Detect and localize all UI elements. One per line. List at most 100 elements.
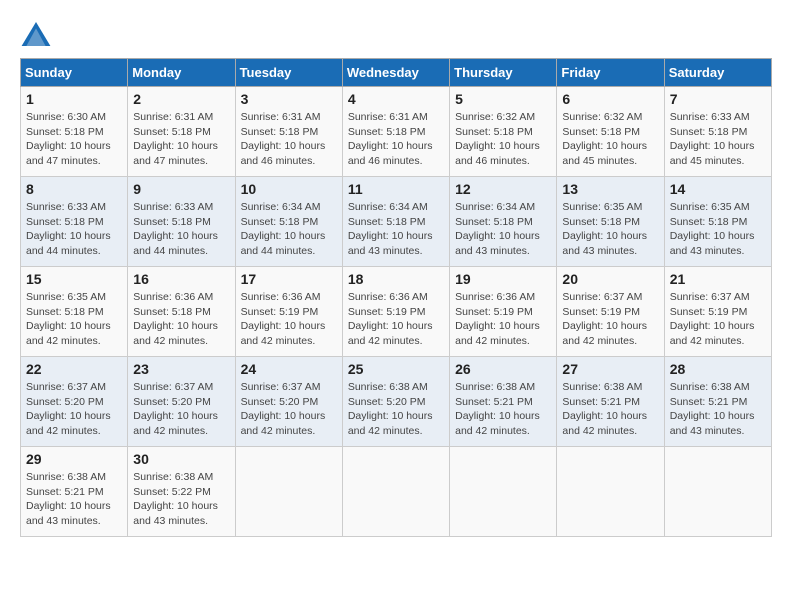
day-number: 30 bbox=[133, 451, 229, 467]
calendar-cell: 2Sunrise: 6:31 AM Sunset: 5:18 PM Daylig… bbox=[128, 87, 235, 177]
day-number: 6 bbox=[562, 91, 658, 107]
calendar-cell: 3 Sunrise: 6:31 AM Sunset: 5:18 PM Daylig… bbox=[235, 87, 342, 177]
day-number: 11 bbox=[348, 181, 444, 197]
calendar-cell bbox=[664, 447, 771, 537]
day-number: 10 bbox=[241, 181, 337, 197]
day-detail: Sunrise: 6:37 AM Sunset: 5:20 PM Dayligh… bbox=[133, 380, 229, 439]
logo bbox=[20, 20, 56, 48]
day-detail: Sunrise: 6:38 AM Sunset: 5:21 PM Dayligh… bbox=[455, 380, 551, 439]
day-detail: Sunrise: 6:31 AM Sunset: 5:18 PM Dayligh… bbox=[348, 110, 444, 169]
calendar-week-4: 22 Sunrise: 6:37 AM Sunset: 5:20 PM Dayli… bbox=[21, 357, 772, 447]
day-number: 1 bbox=[26, 91, 122, 107]
calendar-cell: 22 Sunrise: 6:37 AM Sunset: 5:20 PM Dayli… bbox=[21, 357, 128, 447]
day-number: 18 bbox=[348, 271, 444, 287]
calendar-cell bbox=[557, 447, 664, 537]
day-detail: Sunrise: 6:38 AM Sunset: 5:20 PM Dayligh… bbox=[348, 380, 444, 439]
calendar-cell bbox=[450, 447, 557, 537]
day-detail: Sunrise: 6:38 AM Sunset: 5:21 PM Dayligh… bbox=[26, 470, 122, 529]
calendar-cell: 28Sunrise: 6:38 AM Sunset: 5:21 PM Dayli… bbox=[664, 357, 771, 447]
day-detail: Sunrise: 6:34 AM Sunset: 5:18 PM Dayligh… bbox=[348, 200, 444, 259]
day-number: 15 bbox=[26, 271, 122, 287]
calendar-table: SundayMondayTuesdayWednesdayThursdayFrid… bbox=[20, 58, 772, 537]
calendar-cell: 24 Sunrise: 6:37 AM Sunset: 5:20 PM Dayli… bbox=[235, 357, 342, 447]
day-detail: Sunrise: 6:36 AM Sunset: 5:19 PM Dayligh… bbox=[455, 290, 551, 349]
day-detail: Sunrise: 6:36 AM Sunset: 5:19 PM Dayligh… bbox=[241, 290, 337, 349]
day-number: 21 bbox=[670, 271, 766, 287]
day-number: 14 bbox=[670, 181, 766, 197]
day-detail: Sunrise: 6:38 AM Sunset: 5:21 PM Dayligh… bbox=[562, 380, 658, 439]
calendar-cell: 21 Sunrise: 6:37 AM Sunset: 5:19 PM Dayli… bbox=[664, 267, 771, 357]
calendar-cell: 20 Sunrise: 6:37 AM Sunset: 5:19 PM Dayli… bbox=[557, 267, 664, 357]
day-detail: Sunrise: 6:33 AM Sunset: 5:18 PM Dayligh… bbox=[670, 110, 766, 169]
calendar-cell: 11 Sunrise: 6:34 AM Sunset: 5:18 PM Dayli… bbox=[342, 177, 449, 267]
day-number: 25 bbox=[348, 361, 444, 377]
day-detail: Sunrise: 6:35 AM Sunset: 5:18 PM Dayligh… bbox=[670, 200, 766, 259]
calendar-week-5: 29 Sunrise: 6:38 AM Sunset: 5:21 PM Dayli… bbox=[21, 447, 772, 537]
calendar-cell: 17 Sunrise: 6:36 AM Sunset: 5:19 PM Dayli… bbox=[235, 267, 342, 357]
calendar-cell: 14 Sunrise: 6:35 AM Sunset: 5:18 PM Dayli… bbox=[664, 177, 771, 267]
weekday-header-friday: Friday bbox=[557, 59, 664, 87]
calendar-week-1: 1 Sunrise: 6:30 AM Sunset: 5:18 PM Daylig… bbox=[21, 87, 772, 177]
day-detail: Sunrise: 6:38 AM Sunset: 5:22 PM Dayligh… bbox=[133, 470, 229, 529]
day-number: 29 bbox=[26, 451, 122, 467]
day-detail: Sunrise: 6:36 AM Sunset: 5:19 PM Dayligh… bbox=[348, 290, 444, 349]
day-number: 13 bbox=[562, 181, 658, 197]
calendar-cell: 10Sunrise: 6:34 AM Sunset: 5:18 PM Dayli… bbox=[235, 177, 342, 267]
day-detail: Sunrise: 6:37 AM Sunset: 5:19 PM Dayligh… bbox=[670, 290, 766, 349]
day-number: 5 bbox=[455, 91, 551, 107]
calendar-cell: 1 Sunrise: 6:30 AM Sunset: 5:18 PM Daylig… bbox=[21, 87, 128, 177]
calendar-cell bbox=[235, 447, 342, 537]
day-number: 20 bbox=[562, 271, 658, 287]
day-number: 28 bbox=[670, 361, 766, 377]
calendar-cell: 19 Sunrise: 6:36 AM Sunset: 5:19 PM Dayli… bbox=[450, 267, 557, 357]
day-number: 17 bbox=[241, 271, 337, 287]
calendar-cell: 13 Sunrise: 6:35 AM Sunset: 5:18 PM Dayli… bbox=[557, 177, 664, 267]
day-detail: Sunrise: 6:37 AM Sunset: 5:20 PM Dayligh… bbox=[26, 380, 122, 439]
day-number: 3 bbox=[241, 91, 337, 107]
day-detail: Sunrise: 6:30 AM Sunset: 5:18 PM Dayligh… bbox=[26, 110, 122, 169]
day-number: 22 bbox=[26, 361, 122, 377]
calendar-cell: 4Sunrise: 6:31 AM Sunset: 5:18 PM Daylig… bbox=[342, 87, 449, 177]
weekday-header-row: SundayMondayTuesdayWednesdayThursdayFrid… bbox=[21, 59, 772, 87]
calendar-cell: 18 Sunrise: 6:36 AM Sunset: 5:19 PM Dayli… bbox=[342, 267, 449, 357]
day-number: 27 bbox=[562, 361, 658, 377]
calendar-cell: 15 Sunrise: 6:35 AM Sunset: 5:18 PM Dayli… bbox=[21, 267, 128, 357]
day-number: 23 bbox=[133, 361, 229, 377]
day-number: 8 bbox=[26, 181, 122, 197]
day-detail: Sunrise: 6:35 AM Sunset: 5:18 PM Dayligh… bbox=[562, 200, 658, 259]
day-number: 24 bbox=[241, 361, 337, 377]
day-number: 9 bbox=[133, 181, 229, 197]
day-detail: Sunrise: 6:33 AM Sunset: 5:18 PM Dayligh… bbox=[133, 200, 229, 259]
calendar-cell: 16 Sunrise: 6:36 AM Sunset: 5:18 PM Dayli… bbox=[128, 267, 235, 357]
day-detail: Sunrise: 6:37 AM Sunset: 5:19 PM Dayligh… bbox=[562, 290, 658, 349]
calendar-cell: 26 Sunrise: 6:38 AM Sunset: 5:21 PM Dayli… bbox=[450, 357, 557, 447]
calendar-cell: 27 Sunrise: 6:38 AM Sunset: 5:21 PM Dayli… bbox=[557, 357, 664, 447]
weekday-header-thursday: Thursday bbox=[450, 59, 557, 87]
weekday-header-tuesday: Tuesday bbox=[235, 59, 342, 87]
calendar-cell: 8 Sunrise: 6:33 AM Sunset: 5:18 PM Daylig… bbox=[21, 177, 128, 267]
day-number: 16 bbox=[133, 271, 229, 287]
day-detail: Sunrise: 6:33 AM Sunset: 5:18 PM Dayligh… bbox=[26, 200, 122, 259]
day-detail: Sunrise: 6:31 AM Sunset: 5:18 PM Dayligh… bbox=[133, 110, 229, 169]
day-detail: Sunrise: 6:32 AM Sunset: 5:18 PM Dayligh… bbox=[562, 110, 658, 169]
day-number: 7 bbox=[670, 91, 766, 107]
logo-icon bbox=[20, 20, 52, 48]
calendar-body: 1 Sunrise: 6:30 AM Sunset: 5:18 PM Daylig… bbox=[21, 87, 772, 537]
day-detail: Sunrise: 6:37 AM Sunset: 5:20 PM Dayligh… bbox=[241, 380, 337, 439]
calendar-cell: 12Sunrise: 6:34 AM Sunset: 5:18 PM Dayli… bbox=[450, 177, 557, 267]
day-detail: Sunrise: 6:31 AM Sunset: 5:18 PM Dayligh… bbox=[241, 110, 337, 169]
day-number: 19 bbox=[455, 271, 551, 287]
day-detail: Sunrise: 6:35 AM Sunset: 5:18 PM Dayligh… bbox=[26, 290, 122, 349]
calendar-week-3: 15 Sunrise: 6:35 AM Sunset: 5:18 PM Dayli… bbox=[21, 267, 772, 357]
calendar-cell: 29 Sunrise: 6:38 AM Sunset: 5:21 PM Dayli… bbox=[21, 447, 128, 537]
day-detail: Sunrise: 6:34 AM Sunset: 5:18 PM Dayligh… bbox=[455, 200, 551, 259]
weekday-header-saturday: Saturday bbox=[664, 59, 771, 87]
day-detail: Sunrise: 6:32 AM Sunset: 5:18 PM Dayligh… bbox=[455, 110, 551, 169]
weekday-header-monday: Monday bbox=[128, 59, 235, 87]
calendar-cell: 9 Sunrise: 6:33 AM Sunset: 5:18 PM Daylig… bbox=[128, 177, 235, 267]
calendar-week-2: 8 Sunrise: 6:33 AM Sunset: 5:18 PM Daylig… bbox=[21, 177, 772, 267]
day-detail: Sunrise: 6:36 AM Sunset: 5:18 PM Dayligh… bbox=[133, 290, 229, 349]
day-number: 26 bbox=[455, 361, 551, 377]
calendar-cell bbox=[342, 447, 449, 537]
calendar-cell: 23 Sunrise: 6:37 AM Sunset: 5:20 PM Dayli… bbox=[128, 357, 235, 447]
